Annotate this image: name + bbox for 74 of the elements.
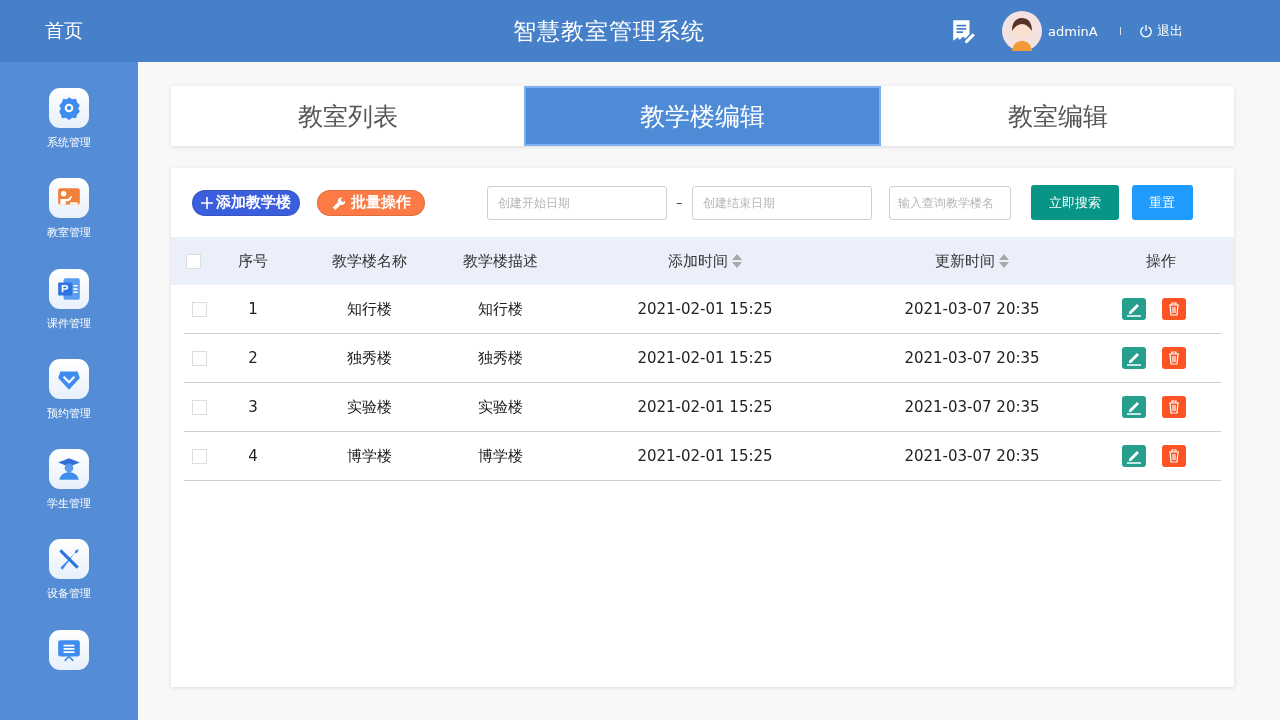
note-edit-icon[interactable] [950,18,976,44]
home-link[interactable]: 首页 [0,18,128,44]
sidebar-item[interactable]: 预约管理 [47,405,91,421]
tab[interactable]: 教室编辑 [881,86,1234,146]
table-cell: 2 [248,349,258,367]
table-cell: 1 [248,300,258,318]
sidebar-item[interactable]: 设备管理 [47,586,91,602]
table-cell: 知行楼 [346,299,392,319]
sidebar-item[interactable]: 教室管理 [47,225,91,241]
tab[interactable]: 教学楼编辑 [524,86,881,146]
batch-button[interactable]: 批量操作 [317,189,425,216]
column-header: 教学楼描述 [462,251,538,271]
graduate-icon[interactable] [49,449,89,490]
column-header: 添加时间 [667,251,728,271]
search-button[interactable]: 立即搜索 [1030,185,1119,220]
range-dash: – [676,195,683,210]
column-header: 更新时间 [934,251,995,271]
row-checkbox[interactable] [192,301,207,317]
column-header: 序号 [238,251,268,271]
table-cell: 独秀楼 [346,348,392,368]
name-search-field[interactable]: 输入查询教学楼名 [888,185,1011,220]
table-cell: 博学楼 [346,446,392,466]
edit-icon[interactable] [1122,396,1146,418]
table-cell: 4 [248,447,258,465]
column-header: 教学楼名称 [331,251,407,271]
start-date-field[interactable]: 创建开始日期 [487,185,667,220]
table-cell: 博学楼 [477,446,523,466]
table-cell: 实验楼 [477,397,523,417]
sort-icon[interactable] [730,253,743,269]
row-checkbox[interactable] [192,448,207,464]
table-cell: 独秀楼 [477,348,523,368]
table-cell: 2021-03-07 20:35 [904,447,1040,465]
sidebar-item[interactable]: 学生管理 [47,496,91,512]
diamond-icon[interactable] [49,358,89,399]
plus-icon [201,196,213,209]
table-cell: 2021-02-01 15:25 [637,398,773,416]
delete-icon[interactable] [1162,298,1186,320]
tab[interactable]: 教室列表 [171,86,524,146]
add-building-button[interactable]: 添加教学楼 [192,189,300,216]
app-title: 智慧教室管理系统 [512,16,706,46]
delete-icon[interactable] [1162,347,1186,369]
table-cell: 知行楼 [477,299,523,319]
row-checkbox[interactable] [192,399,207,415]
table-cell: 2021-03-07 20:35 [904,398,1040,416]
table-cell: 实验楼 [346,397,392,417]
table-cell: 2021-02-01 15:25 [637,447,773,465]
slides-icon[interactable] [49,268,89,309]
edit-icon[interactable] [1122,347,1146,369]
delete-icon[interactable] [1162,445,1186,467]
sidebar-item[interactable]: 系统管理 [47,135,91,150]
table-cell: 2021-03-07 20:35 [904,300,1040,318]
table-cell: 2021-02-01 15:25 [637,349,773,367]
end-date-field[interactable]: 创建结束日期 [691,185,872,220]
edit-icon[interactable] [1122,445,1146,467]
table-cell: 2021-03-07 20:35 [904,349,1040,367]
user-name[interactable]: adminA [1048,23,1098,39]
sort-icon[interactable] [997,253,1010,269]
column-header: 操作 [1145,251,1176,271]
presentation-icon[interactable] [49,629,89,670]
table-cell: 2021-02-01 15:25 [637,300,773,318]
logout-button[interactable]: 退出 [1138,22,1183,40]
select-all-checkbox[interactable] [185,253,201,269]
gear-icon[interactable] [49,88,89,128]
edit-icon[interactable] [1122,298,1146,320]
avatar-icon[interactable] [1002,11,1042,51]
table-cell: 3 [248,398,258,416]
row-checkbox[interactable] [192,350,207,366]
teacher-board-icon[interactable] [49,178,89,219]
reset-button[interactable]: 重置 [1131,185,1193,220]
delete-icon[interactable] [1162,396,1186,418]
sidebar-item[interactable]: 课件管理 [47,315,91,331]
tools-icon[interactable] [49,539,89,580]
power-icon [1138,24,1153,38]
wrench-icon [331,195,345,210]
